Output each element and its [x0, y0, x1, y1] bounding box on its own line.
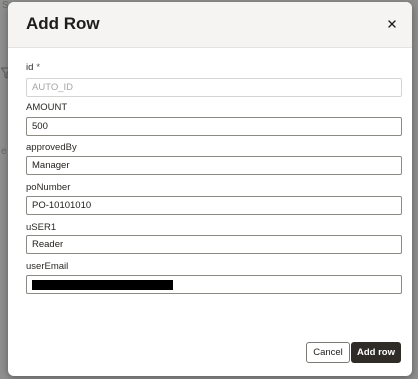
field-label-po-number: poNumber — [26, 182, 71, 193]
user-email-field[interactable] — [26, 275, 402, 294]
field-label-amount: AMOUNT — [26, 102, 68, 113]
field-label-id: id * — [26, 62, 40, 73]
close-icon[interactable] — [385, 17, 399, 31]
field-label-id-text: id — [26, 62, 34, 73]
dialog-title: Add Row — [26, 14, 100, 33]
user1-field[interactable]: Reader — [26, 235, 402, 254]
dialog-header: Add Row — [8, 2, 412, 48]
add-row-dialog: Add Row id * AUTO_ID AMOUNT 500 approvedB… — [8, 2, 412, 376]
amount-field[interactable]: 500 — [26, 117, 402, 136]
id-field[interactable]: AUTO_ID — [26, 78, 402, 97]
approved-by-field[interactable]: Manager — [26, 156, 402, 175]
background-side-text: e — [1, 146, 7, 157]
add-row-button[interactable]: Add row — [351, 342, 401, 363]
field-label-user-email: userEmail — [26, 261, 69, 272]
field-label-user1: uSER1 — [26, 222, 57, 233]
required-marker: * — [36, 62, 41, 73]
cancel-button[interactable]: Cancel — [306, 342, 350, 363]
field-label-approved-by: approvedBy — [26, 142, 77, 153]
redacted-email — [32, 280, 173, 290]
po-number-field[interactable]: PO-10101010 — [26, 196, 402, 215]
